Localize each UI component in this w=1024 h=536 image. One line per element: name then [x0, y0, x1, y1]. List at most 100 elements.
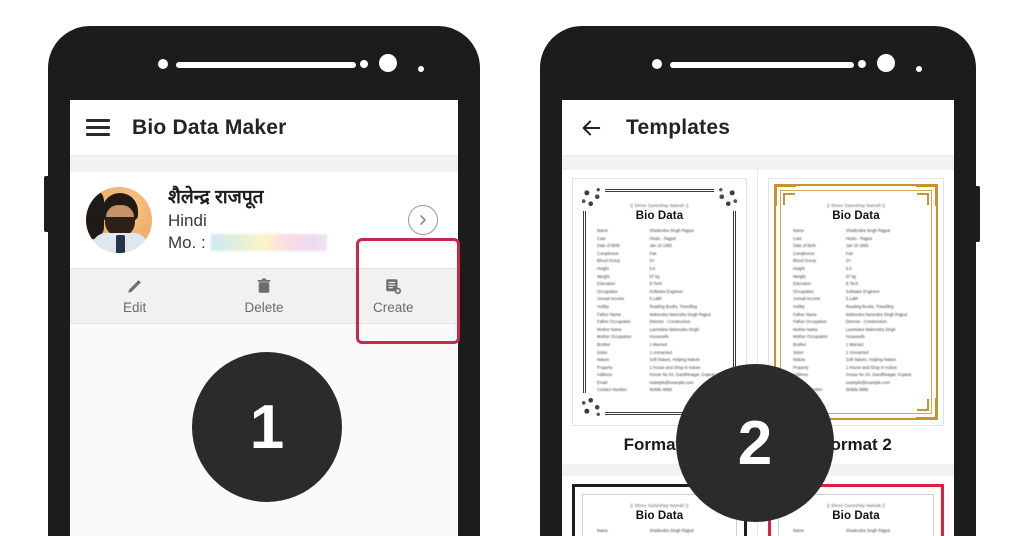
phone-side-button[interactable]	[973, 186, 980, 242]
phone-side-button[interactable]	[44, 176, 51, 232]
template-field-key: Complexion	[597, 250, 619, 256]
template-content: || Shree Ganeshay Namah || Bio Data Name…	[779, 189, 933, 392]
template-field-row: Father Name Mahendra Narendra Singh Rajpu…	[793, 312, 919, 317]
sensor-dot-far	[418, 66, 424, 72]
template-field-row: Mother Occupation Housewife	[793, 334, 919, 339]
template-field-row: Name Shailendra Singh Rajput	[793, 228, 919, 233]
template-title: Bio Data	[832, 210, 880, 222]
sensor-dot-left	[652, 59, 662, 69]
profile-mobile-redaction	[210, 234, 327, 252]
template-field-key: Complexion	[793, 250, 815, 256]
template-field-key: Father Occupation	[597, 319, 631, 325]
template-field-key: Education	[597, 281, 616, 287]
template-field-row: Complexion Fair	[793, 251, 919, 256]
hamburger-menu-icon[interactable]	[86, 119, 110, 136]
template-title: Bio Data	[635, 510, 684, 522]
template-field-row: Nature Soft Nature, Helping Nature	[597, 357, 722, 362]
template-field-key: Father Occupation	[793, 319, 827, 325]
template-subtitle: || Shree Ganeshay Namah ||	[827, 503, 885, 508]
template-field-value: House No 24, Gandhinagar, Gujarat	[845, 372, 912, 378]
edit-button[interactable]: Edit	[70, 269, 199, 323]
profile-mobile-label: Mo. :	[168, 232, 206, 252]
profile-mobile-row: Mo. :	[168, 232, 392, 254]
template-field-key: Blood Group	[793, 258, 816, 264]
earpiece-speaker	[176, 62, 356, 68]
template-field-row: Address House No 24, Gandhinagar, Gujarat	[597, 372, 722, 377]
template-field-row: Occupation Software Engineer	[597, 289, 722, 294]
template-field-key: Sister	[597, 349, 608, 355]
template-field-row: Complexion Fair	[597, 251, 722, 256]
content-top-strip	[70, 156, 458, 172]
template-field-value: Director - Construction	[845, 319, 887, 325]
template-field-key: Cast	[597, 235, 606, 241]
template-fields: NameShailendra Singh RajputCastHindu - R…	[597, 528, 722, 536]
template-field-key: Date of Birth	[793, 243, 816, 249]
template-field-key: Weight	[597, 273, 610, 279]
template-field-value: Housewife	[845, 334, 866, 340]
template-field-key: Father Name	[793, 311, 817, 317]
template-field-value: O+	[649, 258, 656, 264]
template-field-row: Sister 1 Unmarried	[597, 350, 722, 355]
template-fields: NameShailendra Singh RajputCastHindu - R…	[793, 228, 919, 392]
template-subtitle: || Shree Ganeshay Namah ||	[827, 203, 885, 208]
template-field-key: Annual Income	[597, 296, 625, 302]
app-bar: Templates	[562, 100, 954, 156]
delete-button-label: Delete	[244, 299, 284, 315]
template-field-key: Cast	[793, 235, 802, 241]
template-field-value: 1 Married	[845, 341, 864, 347]
template-field-row: Name Shailendra Singh Rajput	[597, 528, 722, 533]
template-field-value: Housewife	[649, 334, 669, 340]
template-field-value: 1 Unmarried	[649, 349, 673, 355]
template-field-key: Name	[597, 228, 608, 233]
template-field-value: 1 Married	[649, 341, 667, 347]
sensor-dot-far	[916, 66, 922, 72]
back-arrow-icon[interactable]	[578, 117, 604, 139]
profile-card[interactable]: शैलेन्द्र राजपूत Hindi Mo. :	[70, 172, 458, 268]
template-field-value: Software Engineer	[845, 288, 880, 294]
template-field-key: Contact Number	[597, 387, 627, 393]
template-field-key: Mother Occupation	[597, 334, 632, 340]
template-field-value: Jan 10 1992	[845, 243, 869, 249]
template-field-row: Mother Name Laxmidevi Mahendra Singh	[793, 327, 919, 332]
create-button-label: Create	[373, 299, 414, 315]
action-bar: Edit Delete Create	[70, 267, 458, 324]
template-field-value: Laxmidevi Mahendra Singh	[649, 326, 700, 332]
chevron-right-icon[interactable]	[408, 204, 438, 235]
template-field-key: Height	[597, 265, 609, 271]
template-field-row: Blood Group O+	[597, 258, 722, 263]
template-subtitle: || Shree Ganeshay Namah ||	[630, 203, 689, 208]
template-field-value: O+	[845, 258, 852, 264]
delete-button[interactable]: Delete	[199, 269, 328, 323]
template-field-key: Name	[793, 228, 804, 233]
template-field-value: Fair	[649, 250, 657, 256]
templates-top-strip	[562, 156, 954, 170]
edit-button-label: Edit	[123, 299, 147, 315]
sensor-dot-right	[858, 60, 866, 68]
template-field-key: Email	[597, 379, 608, 385]
template-field-key: Name	[793, 528, 804, 533]
create-button[interactable]: Create	[329, 269, 458, 323]
template-field-key: Brother	[597, 341, 611, 347]
template-field-row: Emailexample@example.com	[793, 380, 919, 385]
template-field-value: Shailendra Singh Rajput	[845, 528, 891, 533]
template-field-value: 1 House and Shop in Indore	[649, 364, 701, 370]
sensor-dot-left	[158, 59, 168, 69]
template-field-value: Shailendra Singh Rajput	[649, 528, 694, 533]
template-field-row: Nature Soft Nature, Helping Nature	[793, 357, 919, 362]
template-field-key: Mother Name	[597, 326, 622, 332]
earpiece-speaker	[670, 62, 854, 68]
template-field-row: Blood Group O+	[793, 258, 919, 263]
template-field-value: Soft Nature, Helping Nature	[649, 357, 700, 363]
template-field-row: Height 5.6	[793, 266, 919, 271]
template-field-row: Date of Birth Jan 10 1992	[793, 243, 919, 248]
template-field-value: Director - Construction	[649, 319, 691, 325]
template-field-value: Shailendra Singh Rajput	[649, 228, 694, 233]
front-camera-icon	[379, 54, 397, 72]
template-field-row: Sister 1 Unmarried	[793, 350, 919, 355]
template-title: Bio Data	[635, 210, 684, 222]
template-field-key: Brother	[793, 341, 807, 347]
template-field-value: 5 Lakh	[649, 296, 662, 302]
avatar	[86, 186, 152, 253]
template-field-row: Education B Tech	[793, 281, 919, 286]
page-title: Templates	[626, 115, 731, 139]
